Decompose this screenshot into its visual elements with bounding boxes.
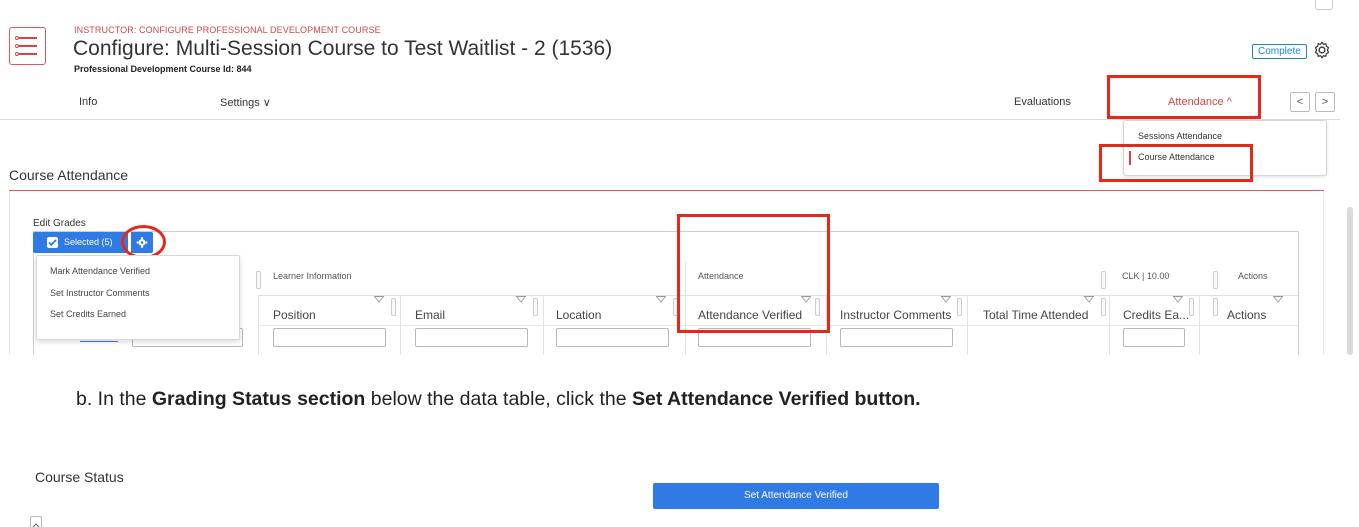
attendance-screenshot: INSTRUCTOR: CONFIGURE PROFESSIONAL DEVEL…: [0, 0, 1359, 355]
tab-settings[interactable]: Settings ∨: [220, 96, 271, 109]
column-menu-handle[interactable]: [1101, 298, 1106, 316]
top-collapse-caret[interactable]: [1315, 0, 1333, 10]
tab-attendance[interactable]: Attendance ^: [1168, 96, 1232, 108]
gear-icon: [136, 237, 148, 248]
header-row-divider: [258, 295, 1298, 296]
filter-icon[interactable]: [801, 296, 811, 306]
collapse-button[interactable]: [30, 516, 42, 527]
filter-input-attendance-verified[interactable]: [698, 328, 811, 347]
active-indicator: [1129, 151, 1131, 165]
instruction-text: b. In the Grading Status section below t…: [76, 388, 921, 411]
filter-input-location[interactable]: [556, 328, 669, 347]
column-header-credits-earned[interactable]: Credits Ea...: [1123, 308, 1189, 322]
group-header-learner: Learner Information: [273, 271, 352, 281]
bulk-actions-menu: Mark Attendance Verified Set Instructor …: [36, 255, 240, 340]
tab-prev-button[interactable]: <: [1290, 92, 1310, 112]
menu-item-sessions-attendance[interactable]: Sessions Attendance: [1138, 131, 1222, 141]
selected-rows-button[interactable]: Selected (5): [33, 232, 128, 253]
column-menu-handle[interactable]: [1189, 298, 1194, 316]
filter-input-instructor-comments[interactable]: [840, 328, 953, 347]
course-list-icon: [9, 27, 46, 65]
filter-icon[interactable]: [374, 296, 384, 306]
column-menu-handle[interactable]: [957, 298, 962, 316]
section-title: Course Attendance: [9, 167, 129, 183]
vertical-scrollbar[interactable]: [1347, 207, 1353, 355]
filter-icon[interactable]: [1173, 296, 1183, 306]
selected-count-label: Selected (5): [64, 237, 113, 247]
column-menu-handle[interactable]: [1101, 271, 1106, 289]
group-header-attendance: Attendance: [698, 271, 744, 281]
menu-item-set-credits-earned[interactable]: Set Credits Earned: [50, 309, 126, 319]
column-menu-handle[interactable]: [1213, 298, 1218, 316]
course-status-title: Course Status: [35, 469, 124, 485]
tab-info[interactable]: Info: [79, 96, 97, 108]
tab-evaluations[interactable]: Evaluations: [1014, 96, 1071, 108]
filter-icon[interactable]: [656, 296, 666, 306]
filter-input-email[interactable]: [415, 328, 528, 347]
column-header-actions: Actions: [1227, 308, 1267, 322]
column-menu-handle[interactable]: [391, 298, 396, 316]
instruction-prefix: b. In the: [76, 388, 152, 410]
column-header-location[interactable]: Location: [556, 308, 601, 322]
instruction-button-name: Set Attendance Verified button.: [632, 388, 921, 410]
column-header-email[interactable]: Email: [415, 308, 445, 322]
filter-row-divider: [258, 325, 1298, 326]
column-menu-handle[interactable]: [1213, 271, 1218, 289]
breadcrumb: INSTRUCTOR: CONFIGURE PROFESSIONAL DEVEL…: [74, 25, 381, 35]
page-title: Configure: Multi-Session Course to Test …: [73, 37, 613, 60]
status-badge: Complete: [1252, 44, 1307, 59]
attendance-dropdown: Sessions Attendance Course Attendance: [1123, 120, 1327, 176]
column-header-total-time[interactable]: Total Time Attended: [983, 308, 1088, 322]
menu-item-set-instructor-comments[interactable]: Set Instructor Comments: [50, 288, 150, 298]
menu-item-course-attendance[interactable]: Course Attendance: [1138, 152, 1215, 162]
column-header-attendance-verified[interactable]: Attendance Verified: [698, 308, 802, 322]
column-header-position[interactable]: Position: [273, 308, 316, 322]
chevron-up-icon: [32, 523, 40, 527]
course-id: Professional Development Course Id: 844: [74, 64, 252, 74]
group-separator: [685, 262, 686, 296]
set-attendance-verified-button[interactable]: Set Attendance Verified: [653, 483, 939, 509]
gear-icon[interactable]: [1312, 40, 1332, 60]
column-menu-handle[interactable]: [815, 298, 820, 316]
instruction-middle: below the data table, click the: [365, 388, 633, 410]
filter-icon[interactable]: [941, 296, 951, 306]
bulk-actions-gear-button[interactable]: [131, 232, 153, 253]
column-header-instructor-comments[interactable]: Instructor Comments: [840, 308, 951, 322]
row-selection-edge: [80, 341, 118, 355]
column-menu-handle[interactable]: [673, 298, 678, 316]
filter-icon[interactable]: [1084, 296, 1094, 306]
column-menu-handle[interactable]: [256, 271, 261, 289]
menu-item-mark-attendance-verified[interactable]: Mark Attendance Verified: [50, 266, 150, 276]
instruction-section-name: Grading Status section: [151, 388, 366, 410]
tab-next-button[interactable]: >: [1315, 92, 1335, 112]
filter-input-position[interactable]: [273, 328, 386, 347]
checkbox-checked-icon: [47, 237, 58, 248]
group-header-credits: CLK | 10.00: [1122, 271, 1170, 281]
filter-icon[interactable]: [516, 296, 526, 306]
filter-input-credits[interactable]: [1123, 328, 1185, 347]
column-menu-handle[interactable]: [533, 298, 538, 316]
filter-icon[interactable]: [1273, 296, 1283, 306]
group-header-actions: Actions: [1238, 271, 1268, 281]
edit-grades-label: Edit Grades: [33, 218, 86, 229]
